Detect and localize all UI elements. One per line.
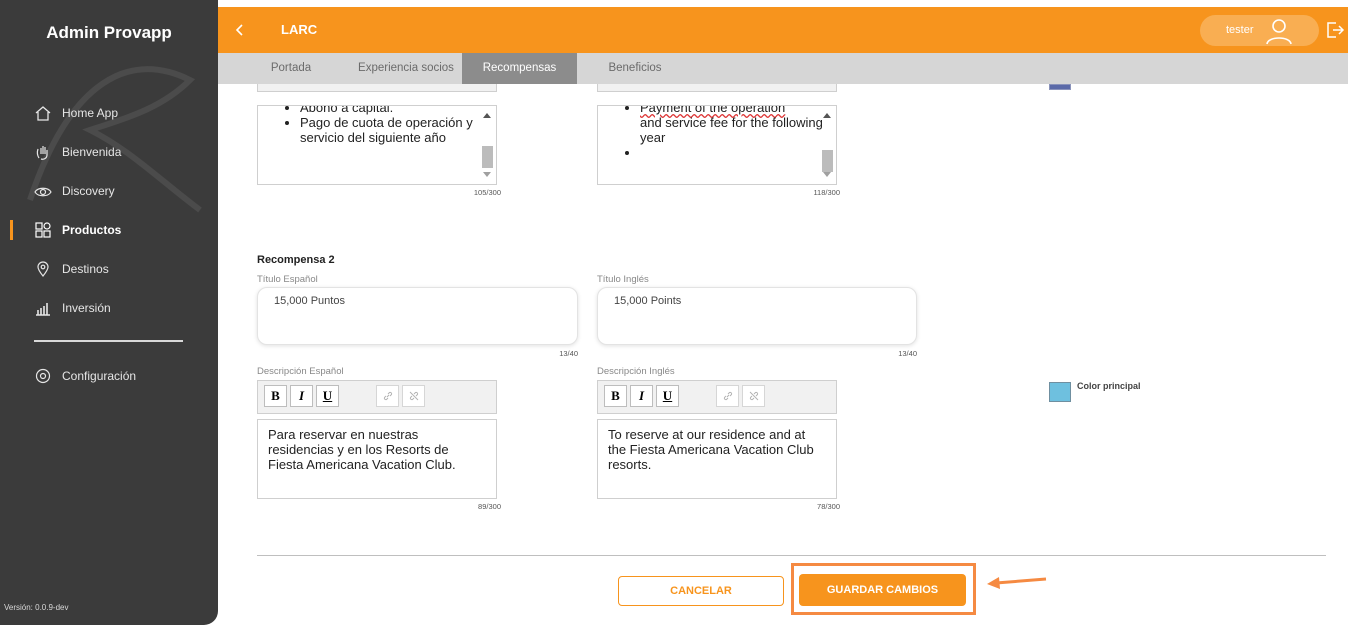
field-label: Descripción Español bbox=[257, 366, 344, 377]
char-counter: 89/300 bbox=[478, 502, 501, 511]
link-icon bbox=[723, 391, 732, 401]
char-counter: 118/300 bbox=[813, 188, 840, 197]
footer-divider bbox=[257, 555, 1326, 556]
username: tester bbox=[1226, 24, 1254, 36]
link-button[interactable] bbox=[716, 385, 739, 407]
tab-experiencia-socios[interactable]: Experiencia socios bbox=[348, 53, 464, 84]
arrow-left-icon bbox=[987, 577, 1047, 589]
nav-item-inversion[interactable]: Inversión bbox=[0, 295, 218, 321]
sidebar: Admin Provapp Home App Bienvenida Discov… bbox=[0, 0, 218, 625]
nav-item-configuracion[interactable]: Configuración bbox=[0, 363, 218, 389]
color-swatch[interactable] bbox=[1049, 382, 1071, 402]
editor-toolbar bbox=[257, 84, 497, 92]
link-icon bbox=[383, 391, 392, 401]
bullet-item bbox=[640, 145, 836, 160]
char-counter: 13/40 bbox=[559, 349, 578, 358]
color-label: Color principal bbox=[1077, 381, 1141, 391]
nav-item-bienvenida[interactable]: Bienvenida bbox=[0, 139, 218, 165]
app-version: Versión: 0.0.9-dev bbox=[4, 603, 69, 612]
title-es-input[interactable]: 15,000 Puntos bbox=[257, 287, 578, 345]
bullet-item: Pago de cuota de operación y servicio de… bbox=[300, 115, 496, 145]
scroll-up-icon[interactable] bbox=[823, 113, 831, 118]
nav-label: Destinos bbox=[62, 262, 109, 276]
tab-recompensas[interactable]: Recompensas bbox=[462, 53, 577, 84]
char-counter: 105/300 bbox=[473, 188, 501, 197]
field-label: Descripción Inglés bbox=[597, 366, 675, 377]
user-menu[interactable]: tester bbox=[1200, 15, 1319, 46]
editor-text: Para reservar en nuestras residencias y … bbox=[268, 427, 456, 472]
home-icon bbox=[33, 103, 53, 123]
app-brand: Admin Provapp bbox=[46, 23, 172, 42]
user-avatar-icon bbox=[1264, 16, 1294, 46]
editor-scrollbar[interactable] bbox=[480, 108, 494, 182]
field-label: Título Español bbox=[257, 274, 318, 285]
editor-toolbar bbox=[597, 84, 837, 92]
char-counter: 78/300 bbox=[817, 502, 840, 511]
link-button[interactable] bbox=[376, 385, 399, 407]
app-root: Admin Provapp Home App Bienvenida Discov… bbox=[0, 0, 1348, 625]
nav-item-destinos[interactable]: Destinos bbox=[0, 256, 218, 282]
nav-label: Bienvenida bbox=[62, 145, 122, 159]
sidebar-divider bbox=[34, 340, 183, 342]
bullet-item: Payment of the operation bbox=[640, 105, 836, 115]
tab-bar: Portada Experiencia socios Recompensas B… bbox=[218, 53, 1348, 84]
editor-text: To reserve at our residence and at the F… bbox=[608, 427, 814, 472]
italic-button[interactable]: I bbox=[630, 385, 653, 407]
nav-item-discovery[interactable]: Discovery bbox=[0, 178, 218, 204]
scroll-down-icon[interactable] bbox=[483, 172, 491, 177]
settings-icon bbox=[33, 366, 53, 386]
color-swatch[interactable] bbox=[1049, 84, 1071, 90]
unlink-button[interactable] bbox=[742, 385, 765, 407]
italic-button[interactable]: I bbox=[290, 385, 313, 407]
grid-icon bbox=[33, 220, 53, 240]
unlink-icon bbox=[409, 391, 418, 401]
editor-scrollbar[interactable] bbox=[820, 108, 834, 182]
bar-chart-icon bbox=[33, 298, 53, 318]
bullet-text: Payment of the operation bbox=[640, 105, 786, 115]
main-content: Abono a capital. Pago de cuota de operac… bbox=[218, 84, 1348, 625]
tab-beneficios[interactable]: Beneficios bbox=[590, 53, 680, 84]
bold-button[interactable]: B bbox=[264, 385, 287, 407]
field-label: Título Inglés bbox=[597, 274, 649, 285]
scroll-up-icon[interactable] bbox=[483, 113, 491, 118]
tab-portada[interactable]: Portada bbox=[246, 53, 336, 84]
bullet-item: Abono a capital. bbox=[300, 106, 496, 115]
underline-button[interactable]: U bbox=[656, 385, 679, 407]
description-en-editor[interactable]: To reserve at our residence and at the F… bbox=[597, 419, 837, 499]
bullet-continuation: and service fee for the following year bbox=[640, 115, 823, 145]
nav-item-home-app[interactable]: Home App bbox=[0, 100, 218, 126]
nav-item-productos[interactable]: Productos bbox=[0, 217, 218, 243]
scroll-down-icon[interactable] bbox=[823, 172, 831, 177]
underline-button[interactable]: U bbox=[316, 385, 339, 407]
scroll-thumb[interactable] bbox=[482, 146, 493, 168]
nav-label: Configuración bbox=[62, 369, 137, 383]
top-bar: LARC tester bbox=[218, 7, 1348, 53]
top-strip bbox=[218, 0, 1348, 7]
back-arrow-icon[interactable] bbox=[230, 20, 250, 40]
nav-label: Home App bbox=[62, 106, 119, 120]
unlink-button[interactable] bbox=[402, 385, 425, 407]
title-en-input[interactable]: 15,000 Points bbox=[597, 287, 917, 345]
description-es-editor[interactable]: Para reservar en nuestras residencias y … bbox=[257, 419, 497, 499]
page-title: LARC bbox=[281, 22, 318, 37]
scroll-thumb[interactable] bbox=[822, 150, 833, 172]
unlink-icon bbox=[749, 391, 758, 401]
nav-label: Productos bbox=[62, 223, 122, 237]
description-en-editor[interactable]: Payment of the operation and service fee… bbox=[597, 105, 837, 185]
location-pin-icon bbox=[33, 259, 53, 279]
logout-icon[interactable] bbox=[1325, 20, 1345, 40]
bold-button[interactable]: B bbox=[604, 385, 627, 407]
nav-label: Discovery bbox=[62, 184, 115, 198]
save-changes-button[interactable]: GUARDAR CAMBIOS bbox=[799, 574, 966, 606]
description-es-editor[interactable]: Abono a capital. Pago de cuota de operac… bbox=[257, 105, 497, 185]
cancel-button[interactable]: CANCELAR bbox=[618, 576, 784, 606]
char-counter: 13/40 bbox=[898, 349, 917, 358]
editor-toolbar: B I U bbox=[597, 380, 837, 414]
wave-hand-icon bbox=[33, 142, 53, 162]
editor-toolbar: B I U bbox=[257, 380, 497, 414]
section-heading: Recompensa 2 bbox=[257, 254, 335, 266]
nav-label: Inversión bbox=[62, 301, 111, 315]
eye-icon bbox=[33, 181, 53, 201]
